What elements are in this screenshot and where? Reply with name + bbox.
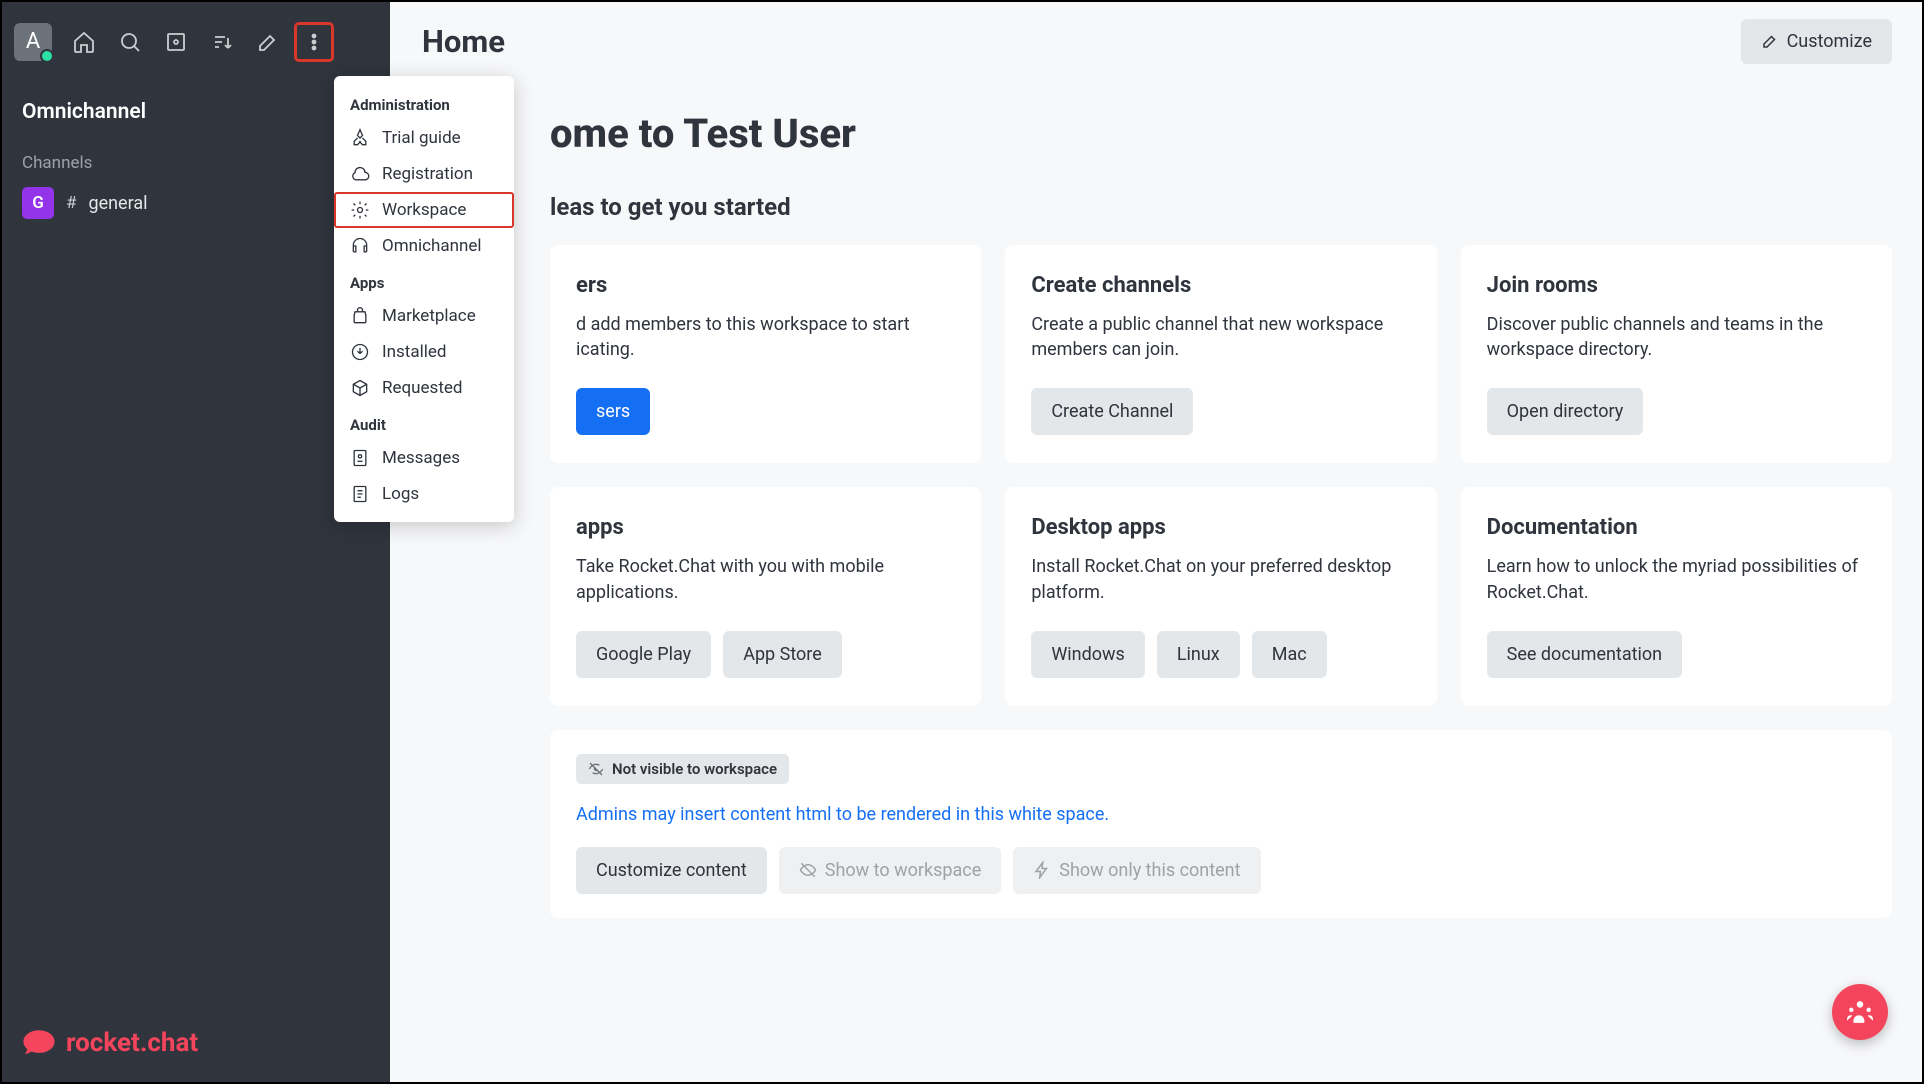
card-desc: Create a public channel that new workspa… xyxy=(1031,312,1410,362)
fab-button[interactable] xyxy=(1832,984,1888,1040)
card-title: Join rooms xyxy=(1487,273,1866,298)
customize-content-button[interactable]: Customize content xyxy=(576,847,767,894)
card-add-users: ers d add members to this workspace to s… xyxy=(550,245,981,463)
mac-button[interactable]: Mac xyxy=(1252,631,1327,678)
card-title: apps xyxy=(576,515,955,540)
dropdown-group-audit: Audit xyxy=(334,406,514,440)
sidebar-top: A xyxy=(2,2,390,81)
menu-item-registration[interactable]: Registration xyxy=(334,156,514,192)
app-store-button[interactable]: App Store xyxy=(723,631,842,678)
main: Home Customize ome to Test User leas to … xyxy=(390,2,1922,1082)
page-title: Home xyxy=(422,23,505,60)
menu-item-omnichannel[interactable]: Omnichannel xyxy=(334,228,514,264)
channels-label: Channels xyxy=(2,143,390,179)
new-message-icon[interactable] xyxy=(248,22,288,62)
bolt-icon xyxy=(1033,861,1051,879)
eye-off-icon xyxy=(799,861,817,879)
brand-logo[interactable]: rocket.chat xyxy=(2,1004,390,1082)
menu-item-logs[interactable]: Logs xyxy=(334,476,514,512)
menu-item-messages[interactable]: Messages xyxy=(334,440,514,476)
directory-icon[interactable] xyxy=(156,22,196,62)
home-icon[interactable] xyxy=(64,22,104,62)
see-documentation-button[interactable]: See documentation xyxy=(1487,631,1682,678)
channel-item[interactable]: G # general xyxy=(2,179,390,227)
dropdown-group-administration: Administration xyxy=(334,86,514,120)
google-play-button[interactable]: Google Play xyxy=(576,631,711,678)
card-desktop-apps: Desktop apps Install Rocket.Chat on your… xyxy=(1005,487,1436,705)
windows-button[interactable]: Windows xyxy=(1031,631,1145,678)
channel-avatar: G xyxy=(22,187,54,219)
omnichannel-header: Omnichannel xyxy=(2,81,390,143)
status-online-icon xyxy=(40,49,54,63)
custom-content-panel: Not visible to workspace Admins may inse… xyxy=(550,730,1892,918)
card-mobile-apps: apps Take Rocket.Chat with you with mobi… xyxy=(550,487,981,705)
card-documentation: Documentation Learn how to unlock the my… xyxy=(1461,487,1892,705)
eye-off-icon xyxy=(588,761,604,777)
hash-icon: # xyxy=(66,193,76,213)
menu-item-marketplace[interactable]: Marketplace xyxy=(334,298,514,334)
menu-item-workspace[interactable]: Workspace xyxy=(334,192,514,228)
show-to-workspace-button: Show to workspace xyxy=(779,847,1001,894)
card-desc: Learn how to unlock the myriad possibili… xyxy=(1487,554,1866,604)
brand-text: rocket.chat xyxy=(66,1028,198,1058)
menu-item-installed[interactable]: Installed xyxy=(334,334,514,370)
admin-dropdown: Administration Trial guide Registration … xyxy=(334,76,514,522)
cards-grid: ers d add members to this workspace to s… xyxy=(550,245,1892,706)
omnichannel-label: Omnichannel xyxy=(22,100,146,124)
card-title: Desktop apps xyxy=(1031,515,1410,540)
card-title: Create channels xyxy=(1031,273,1410,298)
card-create-channels: Create channels Create a public channel … xyxy=(1005,245,1436,463)
sort-icon[interactable] xyxy=(202,22,242,62)
create-channel-button[interactable]: Create Channel xyxy=(1031,388,1193,435)
main-header: Home Customize xyxy=(390,2,1922,80)
card-title: Documentation xyxy=(1487,515,1866,540)
welcome-heading: ome to Test User xyxy=(550,110,1892,157)
people-icon xyxy=(1847,999,1873,1025)
customize-button[interactable]: Customize xyxy=(1741,19,1892,64)
content: ome to Test User leas to get you started… xyxy=(390,80,1922,948)
card-title: ers xyxy=(576,273,955,298)
add-users-button[interactable]: sers xyxy=(576,388,650,435)
admin-note: Admins may insert content html to be ren… xyxy=(576,804,1866,825)
card-desc: Discover public channels and teams in th… xyxy=(1487,312,1866,362)
linux-button[interactable]: Linux xyxy=(1157,631,1240,678)
kebab-menu-icon[interactable] xyxy=(294,22,334,62)
show-only-this-button: Show only this content xyxy=(1013,847,1260,894)
channel-name: general xyxy=(88,193,147,214)
open-directory-button[interactable]: Open directory xyxy=(1487,388,1644,435)
menu-item-requested[interactable]: Requested xyxy=(334,370,514,406)
card-desc: Take Rocket.Chat with you with mobile ap… xyxy=(576,554,955,604)
pencil-icon xyxy=(1761,32,1779,50)
search-icon[interactable] xyxy=(110,22,150,62)
visibility-badge: Not visible to workspace xyxy=(576,754,789,784)
card-join-rooms: Join rooms Discover public channels and … xyxy=(1461,245,1892,463)
avatar[interactable]: A xyxy=(14,23,52,61)
menu-item-trial-guide[interactable]: Trial guide xyxy=(334,120,514,156)
sidebar: A Omnichannel Channels G # general rocke… xyxy=(2,2,390,1082)
card-desc: Install Rocket.Chat on your preferred de… xyxy=(1031,554,1410,604)
subhead: leas to get you started xyxy=(550,193,1892,221)
card-desc: d add members to this workspace to start… xyxy=(576,312,955,362)
dropdown-group-apps: Apps xyxy=(334,264,514,298)
